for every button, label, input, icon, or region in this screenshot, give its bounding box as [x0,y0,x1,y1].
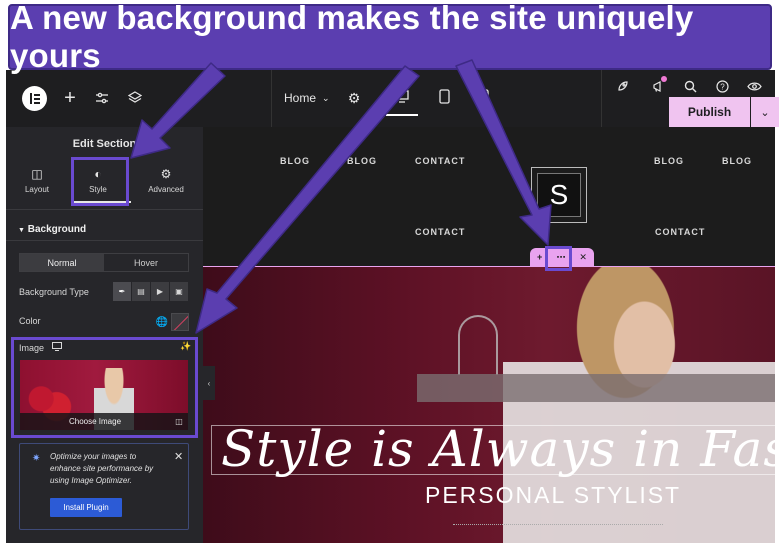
install-plugin-button[interactable]: Install Plugin [50,498,122,517]
hero-rail-strip [417,374,775,402]
chevron-down-icon[interactable]: ⌄ [751,97,779,127]
site-logo-letter: S [537,173,581,217]
color-label: Color [19,316,41,326]
state-switch: Normal Hover [19,253,189,272]
svg-text:?: ? [720,82,725,91]
caret-down-icon: ▼ [18,227,25,234]
hero-section[interactable]: Style is Always in Fashion PERSONAL STYL… [203,266,775,543]
image-control-highlight [11,337,198,438]
color-picker[interactable] [171,313,189,331]
section-handle-highlight [545,246,572,271]
state-normal-tab[interactable]: Normal [20,254,104,271]
globe-icon[interactable]: 🌐 [153,313,171,331]
tab-advanced[interactable]: ⚙ Advanced [136,167,196,194]
whats-new-icon[interactable] [646,74,670,98]
promo-text: Optimize your images to enhance site per… [50,452,154,485]
divider [6,209,203,210]
screenshot: + Home ⌄ ⚙ ? Publish ⌄ Edit Section ◫ La… [0,0,780,543]
search-icon[interactable] [678,74,702,98]
image-optimizer-promo: ✷ Optimize your images to enhance site p… [19,443,189,530]
topbar-divider [601,70,602,127]
editor-topbar: + Home ⌄ ⚙ ? Publish ⌄ [6,70,779,127]
close-icon[interactable]: ✕ [579,252,587,263]
nav-link-blog[interactable]: BLOG [654,156,684,166]
eye-icon[interactable] [742,74,766,98]
site-settings-icon[interactable] [91,87,113,109]
tablet-icon[interactable] [432,84,456,108]
chevron-down-icon: ⌄ [322,92,330,103]
topbar-divider [271,70,272,127]
slideshow-icon[interactable]: ▣ [170,282,188,301]
add-element-icon[interactable]: + [58,86,82,110]
page-dropdown[interactable]: Home ⌄ [284,86,330,110]
section-heading: Background [27,224,87,235]
collapse-panel-handle[interactable]: ‹ [203,366,215,400]
video-icon[interactable]: ▶ [151,282,169,301]
gear-icon: ⚙ [160,167,172,181]
nav-link-blog[interactable]: BLOG [722,156,752,166]
desktop-icon[interactable] [390,84,414,108]
tab-layout[interactable]: ◫ Layout [7,167,67,194]
hero-subtitle: PERSONAL STYLIST [425,482,682,508]
nav-link-blog[interactable]: BLOG [280,156,310,166]
publish-button[interactable]: Publish [669,97,750,127]
tab-label: Advanced [148,185,184,194]
divider [6,240,203,241]
banner-caption: A new background makes the site uniquely… [8,0,772,74]
page-canvas: BLOG BLOG CONTACT BLOG BLOG CONTACT CONT… [203,127,775,543]
active-device-indicator [386,114,418,116]
background-section-toggle[interactable]: ▼ Background [18,224,86,235]
site-header: BLOG BLOG CONTACT BLOG BLOG CONTACT CONT… [203,127,775,266]
hero-divider [453,524,663,525]
panel-title: Edit Section [72,138,137,150]
close-icon[interactable]: ✕ [174,450,183,463]
layout-icon: ◫ [31,167,43,181]
page-name: Home [284,91,317,105]
elementor-logo-icon[interactable] [22,86,47,111]
brush-icon[interactable]: ✒ [113,282,131,301]
hero-title: Style is Always in Fashion [221,420,775,478]
gear-icon[interactable]: ⚙ [342,86,366,110]
gradient-icon[interactable]: ▤ [132,282,150,301]
tab-label: Layout [24,185,50,194]
hanger-shape [458,315,498,375]
background-type-buttons: ✒ ▤ ▶ ▣ [113,282,188,301]
structure-icon[interactable] [124,87,146,109]
add-section-icon[interactable]: + [537,252,542,262]
mobile-icon[interactable] [472,84,496,108]
nav-link-contact[interactable]: CONTACT [655,227,705,237]
site-logo[interactable]: S [531,167,587,223]
rocket-icon[interactable] [610,74,634,98]
notification-dot [661,76,667,82]
help-icon[interactable]: ? [710,74,734,98]
background-type-label: Background Type [19,287,89,297]
nav-link-contact[interactable]: CONTACT [415,156,465,166]
style-tab-highlight [71,157,129,206]
sparkle-icon: ✷ [32,453,41,464]
nav-link-contact[interactable]: CONTACT [415,227,465,237]
state-hover-tab[interactable]: Hover [104,254,188,271]
nav-link-blog[interactable]: BLOG [347,156,377,166]
